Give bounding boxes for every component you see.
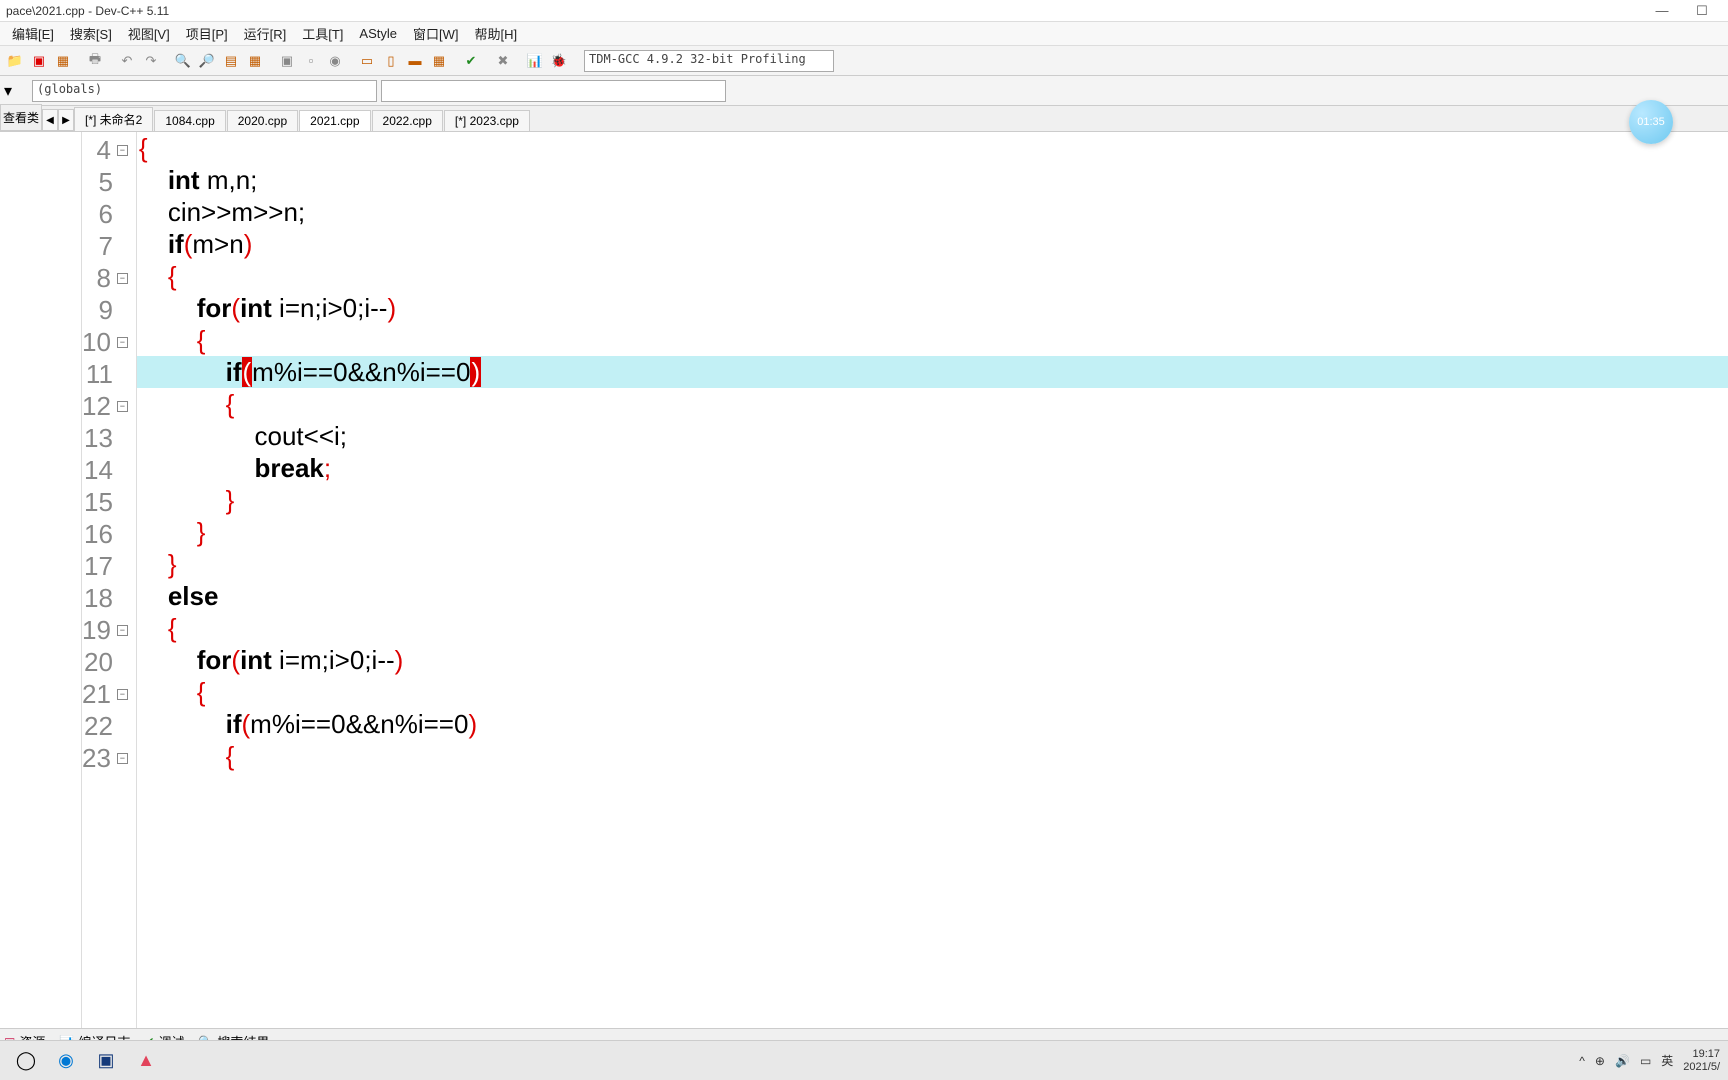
save-icon[interactable]: ▣ <box>28 50 50 72</box>
tab-1084[interactable]: 1084.cpp <box>154 110 225 131</box>
window-title: pace\2021.cpp - Dev-C++ 5.11 <box>6 4 169 18</box>
profile-icon[interactable]: 🐞 <box>548 50 570 72</box>
run-icon[interactable]: ▫ <box>300 50 322 72</box>
redo-icon[interactable]: ↷ <box>140 50 162 72</box>
findfiles-icon[interactable]: ▤ <box>220 50 242 72</box>
edge-icon[interactable]: ◉ <box>46 1045 86 1077</box>
minimize-button[interactable]: — <box>1642 3 1682 18</box>
main-toolbar: 📁 ▣ ▦ 🖶 ↶ ↷ 🔍 🔎 ▤ ▦ ▣ ▫ ◉ ▭ ▯ ▬ ▦ ✔ ✖ 📊 … <box>0 46 1728 76</box>
timer-badge[interactable]: 01:35 <box>1629 100 1673 144</box>
scope-toolbar: ▾ (globals) <box>0 76 1728 106</box>
menu-astyle[interactable]: AStyle <box>351 24 405 43</box>
debug-icon[interactable]: 📊 <box>524 50 546 72</box>
tab-2020[interactable]: 2020.cpp <box>227 110 298 131</box>
menu-run[interactable]: 运行[R] <box>236 22 295 45</box>
layout3-icon[interactable]: ▬ <box>404 50 426 72</box>
ime-indicator[interactable]: 英 <box>1661 1052 1673 1069</box>
print-icon[interactable]: 🖶 <box>84 50 106 72</box>
globals-combo[interactable]: (globals) <box>32 80 377 102</box>
tab-2021[interactable]: 2021.cpp <box>299 110 370 131</box>
taskbar: ◯ ◉ ▣ ▲ ^ ⊕ 🔊 ▭ 英 19:17 2021/5/ <box>0 1040 1728 1080</box>
tabs-row: 查看类 ◀ ▶ [*] 未命名2 1084.cpp 2020.cpp 2021.… <box>0 106 1728 132</box>
menu-edit[interactable]: 编辑[E] <box>4 22 62 45</box>
compilerun-icon[interactable]: ◉ <box>324 50 346 72</box>
saveall-icon[interactable]: ▦ <box>52 50 74 72</box>
menubar: 编辑[E] 搜索[S] 视图[V] 项目[P] 运行[R] 工具[T] ASty… <box>0 22 1728 46</box>
network-icon[interactable]: ⊕ <box>1595 1054 1605 1068</box>
line-gutter: 4−5678−910−1112−13141516171819−2021−2223… <box>82 132 137 1028</box>
menu-tools[interactable]: 工具[T] <box>294 22 351 45</box>
replace-icon[interactable]: 🔎 <box>196 50 218 72</box>
titlebar: pace\2021.cpp - Dev-C++ 5.11 — ☐ <box>0 0 1728 22</box>
layout1-icon[interactable]: ▭ <box>356 50 378 72</box>
menu-search[interactable]: 搜索[S] <box>62 22 120 45</box>
battery-icon[interactable]: ▭ <box>1640 1054 1651 1068</box>
layout2-icon[interactable]: ▯ <box>380 50 402 72</box>
check-icon[interactable]: ✔ <box>460 50 482 72</box>
volume-icon[interactable]: 🔊 <box>1615 1054 1630 1068</box>
app-icon[interactable]: ▲ <box>126 1045 166 1077</box>
maximize-button[interactable]: ☐ <box>1682 3 1722 19</box>
compiler-combo[interactable]: TDM-GCC 4.9.2 32-bit Profiling <box>584 50 834 72</box>
tab-unnamed2[interactable]: [*] 未命名2 <box>74 107 153 131</box>
open-icon[interactable]: 📁 <box>4 50 26 72</box>
devcpp-icon[interactable]: ▣ <box>86 1045 126 1077</box>
clock[interactable]: 19:17 2021/5/ <box>1683 1048 1722 1074</box>
menu-window[interactable]: 窗口[W] <box>405 22 467 45</box>
nav-icon[interactable]: ▾ <box>4 81 12 101</box>
close-icon[interactable]: ✖ <box>492 50 514 72</box>
tray-up-icon[interactable]: ^ <box>1579 1054 1585 1068</box>
find-icon[interactable]: 🔍 <box>172 50 194 72</box>
goto-icon[interactable]: ▦ <box>244 50 266 72</box>
system-tray[interactable]: ^ ⊕ 🔊 ▭ 英 19:17 2021/5/ <box>1579 1048 1722 1074</box>
menu-view[interactable]: 视图[V] <box>120 22 178 45</box>
function-combo[interactable] <box>381 80 726 102</box>
code-editor[interactable]: 4−5678−910−1112−13141516171819−2021−2223… <box>82 132 1728 1028</box>
start-button[interactable]: ◯ <box>6 1045 46 1077</box>
compile-icon[interactable]: ▣ <box>276 50 298 72</box>
tab-2022[interactable]: 2022.cpp <box>372 110 443 131</box>
undo-icon[interactable]: ↶ <box>116 50 138 72</box>
tab-prev-button[interactable]: ◀ <box>42 109 58 131</box>
tab-next-button[interactable]: ▶ <box>58 109 74 131</box>
menu-project[interactable]: 项目[P] <box>178 22 236 45</box>
menu-help[interactable]: 帮助[H] <box>467 22 526 45</box>
class-view-header[interactable]: 查看类 <box>0 104 42 131</box>
layout4-icon[interactable]: ▦ <box>428 50 450 72</box>
tab-2023[interactable]: [*] 2023.cpp <box>444 110 530 131</box>
class-view-panel[interactable] <box>0 132 82 1028</box>
